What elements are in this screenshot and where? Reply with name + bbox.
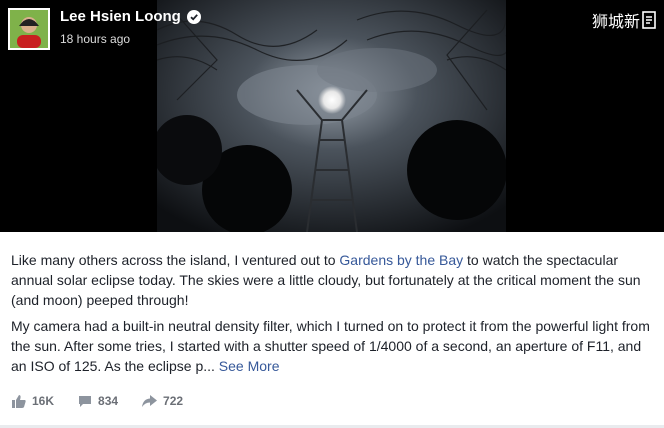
comment-count: 834: [98, 394, 119, 408]
watermark-text: 狮城新: [591, 12, 640, 31]
post-timestamp[interactable]: 18 hours ago: [60, 32, 201, 46]
avatar[interactable]: [8, 8, 50, 50]
share-count: 722: [163, 394, 184, 408]
post-text: Like many others across the island, I ve…: [11, 250, 653, 382]
thumbs-up-icon: [12, 394, 26, 408]
verified-badge-icon: [186, 10, 201, 24]
share-action[interactable]: 722: [142, 394, 183, 408]
like-action[interactable]: 16K: [12, 394, 54, 408]
post-actions: 16K 834 722: [12, 394, 207, 408]
post-paragraph-1: Like many others across the island, I ve…: [11, 252, 641, 308]
post-media[interactable]: Lee Hsien Loong 18 hours ago 狮城新: [0, 0, 664, 232]
watermark-logo: 狮城新: [592, 8, 656, 32]
comment-action[interactable]: 834: [78, 394, 118, 408]
share-arrow-icon: [142, 395, 158, 407]
post-paragraph-2: My camera had a built-in neutral density…: [11, 318, 650, 374]
author-name[interactable]: Lee Hsien Loong: [60, 8, 181, 26]
comment-icon: [79, 395, 92, 407]
eclipse-photo[interactable]: [157, 0, 506, 232]
watermark-icon: [642, 11, 656, 29]
post-header: Lee Hsien Loong 18 hours ago: [8, 8, 201, 50]
facebook-post: Lee Hsien Loong 18 hours ago 狮城新 Like ma…: [0, 0, 664, 428]
like-count: 16K: [32, 394, 55, 408]
gardens-by-the-bay-link[interactable]: Gardens by the Bay: [339, 252, 463, 268]
see-more-link[interactable]: See More: [219, 358, 280, 374]
